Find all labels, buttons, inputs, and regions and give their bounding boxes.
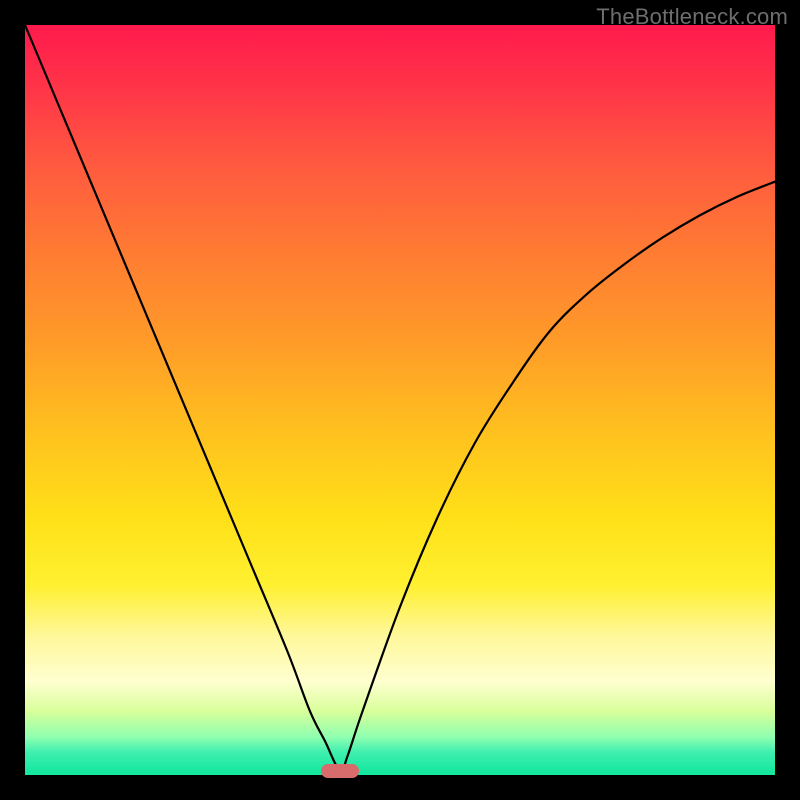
optimal-baseline bbox=[25, 771, 775, 775]
chart-frame bbox=[25, 25, 775, 775]
optimal-range-marker bbox=[321, 764, 359, 778]
bottleneck-curve bbox=[25, 25, 775, 771]
attribution-watermark: TheBottleneck.com bbox=[596, 4, 788, 30]
